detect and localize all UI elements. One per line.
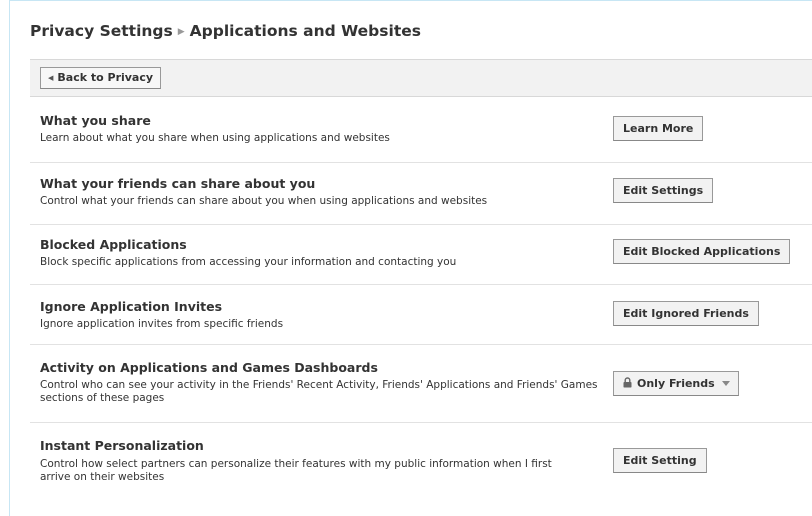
chevron-down-icon (721, 381, 730, 386)
section-title: Blocked Applications (40, 237, 187, 252)
edit-settings-button[interactable]: Edit Settings (613, 178, 714, 203)
only-friends-dropdown[interactable]: Only Friends (613, 371, 739, 396)
edit-setting-button[interactable]: Edit Setting (613, 448, 707, 473)
breadcrumb-current: Applications and Websites (189, 22, 421, 40)
section-title: What you share (40, 113, 151, 128)
left-arrow-icon: ◀ (48, 74, 54, 82)
section-description: Ignore application invites from specific… (40, 318, 284, 330)
edit-blocked-applications-button-label: Edit Blocked Applications (623, 245, 781, 258)
section-description: Learn about what you share when using ap… (40, 132, 390, 144)
section-title: Ignore Application Invites (40, 299, 223, 314)
edit-setting-button-label: Edit Setting (623, 454, 697, 467)
section-title: What your friends can share about you (40, 176, 316, 191)
back-button-label: Back to Privacy (57, 71, 154, 84)
section-title: Activity on Applications and Games Dashb… (40, 360, 378, 375)
section-ignore-invites: Ignore Application Invites Ignore applic… (30, 285, 812, 345)
section-instant-personalization: Instant Personalization Control how sele… (30, 423, 812, 501)
toolbar: ◀ Back to Privacy (30, 59, 812, 97)
learn-more-button[interactable]: Learn More (613, 116, 704, 141)
section-title: Instant Personalization (40, 438, 204, 453)
section-description: Control who can see your activity in the… (40, 379, 598, 404)
lock-icon (623, 373, 632, 396)
back-to-privacy-button[interactable]: ◀ Back to Privacy (40, 67, 162, 89)
section-description: Block specific applications from accessi… (40, 256, 457, 268)
learn-more-button-label: Learn More (623, 122, 694, 135)
breadcrumb-root[interactable]: Privacy Settings (30, 22, 173, 40)
section-description: Control what your friends can share abou… (40, 195, 488, 207)
edit-settings-button-label: Edit Settings (623, 184, 704, 197)
section-what-you-share: What you share Learn about what you shar… (30, 101, 812, 163)
breadcrumb-separator-icon: ▶ (177, 27, 185, 37)
edit-ignored-friends-button-label: Edit Ignored Friends (623, 307, 749, 320)
only-friends-label: Only Friends (637, 377, 715, 390)
page-title: Privacy Settings ▶ Applications and Websit… (30, 22, 421, 40)
edit-blocked-applications-button[interactable]: Edit Blocked Applications (613, 239, 791, 264)
edit-ignored-friends-button[interactable]: Edit Ignored Friends (613, 301, 759, 326)
section-activity-dashboards: Activity on Applications and Games Dashb… (30, 345, 812, 423)
section-friends-share: What your friends can share about you Co… (30, 163, 812, 225)
section-description: Control how select partners can personal… (40, 458, 552, 483)
privacy-apps-panel: Privacy Settings ▶ Applications and Websit… (9, 0, 812, 516)
section-blocked-applications: Blocked Applications Block specific appl… (30, 225, 812, 285)
